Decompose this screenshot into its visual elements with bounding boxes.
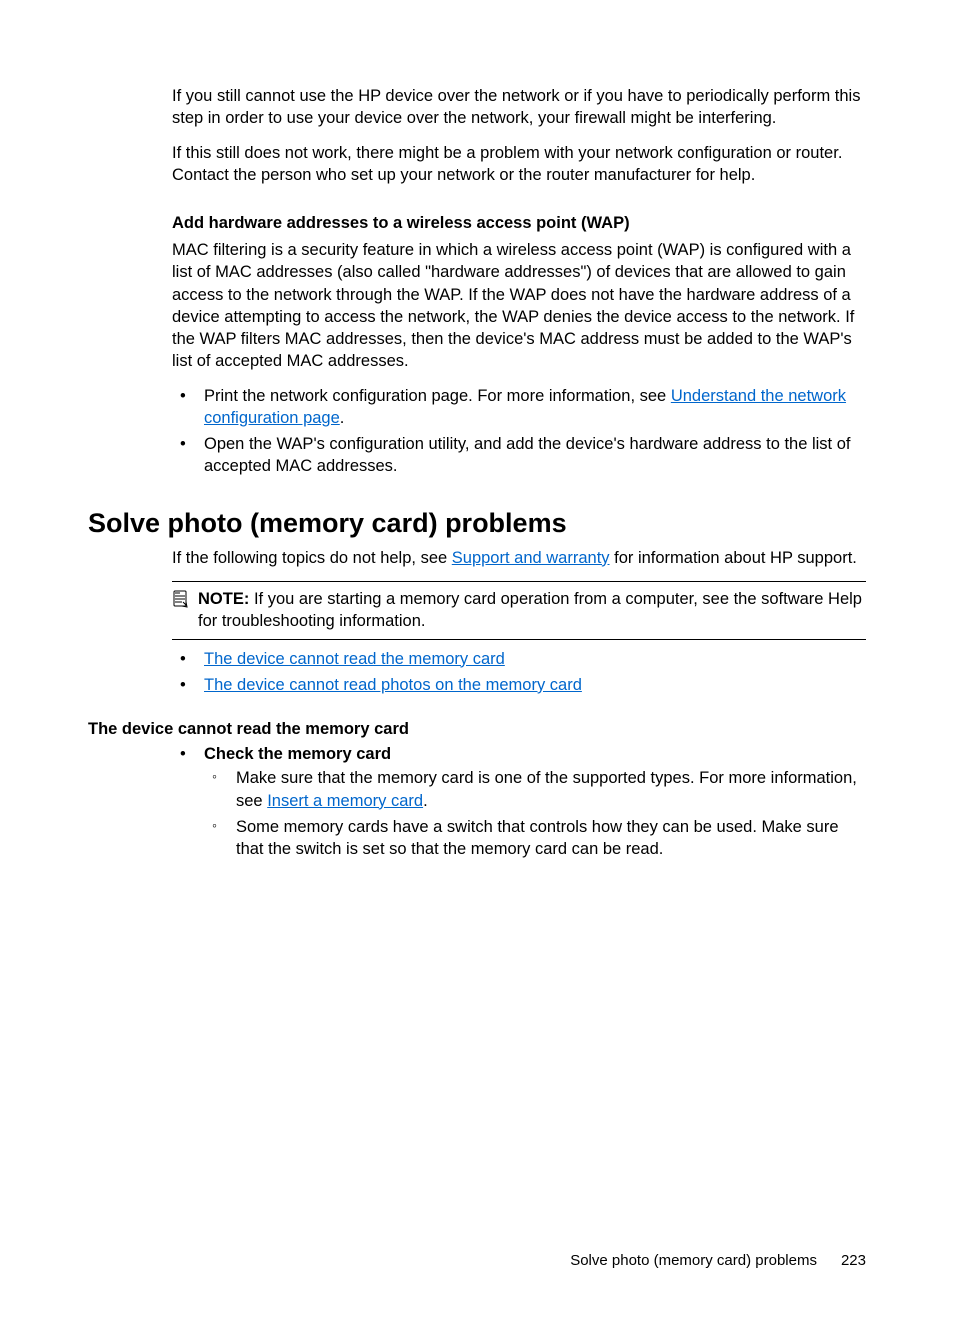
bullet-text-post: . bbox=[340, 409, 345, 427]
body-para: If this still does not work, there might… bbox=[172, 142, 866, 187]
sub-b1-post: . bbox=[423, 792, 428, 810]
support-warranty-link[interactable]: Support and warranty bbox=[452, 549, 610, 567]
solve-photo-heading: Solve photo (memory card) problems bbox=[88, 508, 866, 539]
photo-intro: If the following topics do not help, see… bbox=[172, 547, 866, 569]
note-block: NOTE: If you are starting a memory card … bbox=[172, 581, 866, 640]
photo-toc: The device cannot read the memory card T… bbox=[172, 648, 866, 697]
list-item: Open the WAP's configuration utility, an… bbox=[172, 433, 866, 478]
intro-post: for information about HP support. bbox=[610, 549, 857, 567]
note-label: NOTE: bbox=[198, 590, 249, 608]
page-footer: Solve photo (memory card) problems 223 bbox=[570, 1252, 866, 1269]
cannot-read-card-heading: The device cannot read the memory card bbox=[88, 720, 866, 739]
footer-section: Solve photo (memory card) problems bbox=[570, 1252, 817, 1269]
insert-memory-card-link[interactable]: Insert a memory card bbox=[267, 792, 423, 810]
wap-para: MAC filtering is a security feature in w… bbox=[172, 239, 866, 373]
list-item: Some memory cards have a switch that con… bbox=[204, 816, 866, 861]
bullet-text: Print the network configuration page. Fo… bbox=[204, 387, 671, 405]
page: If you still cannot use the HP device ov… bbox=[0, 0, 954, 1321]
list-item: Check the memory card Make sure that the… bbox=[172, 743, 866, 860]
note-body: NOTE: If you are starting a memory card … bbox=[198, 588, 866, 633]
list-item: The device cannot read photos on the mem… bbox=[172, 674, 866, 696]
photo-section: If the following topics do not help, see… bbox=[172, 547, 866, 696]
body-para: If you still cannot use the HP device ov… bbox=[172, 85, 866, 130]
check-card-label: Check the memory card bbox=[204, 745, 391, 763]
cannot-read-card-link[interactable]: The device cannot read the memory card bbox=[204, 650, 505, 668]
check-card-list: Check the memory card Make sure that the… bbox=[172, 743, 866, 860]
intro-pre: If the following topics do not help, see bbox=[172, 549, 452, 567]
cannot-read-photos-link[interactable]: The device cannot read photos on the mem… bbox=[204, 676, 582, 694]
footer-pagenum: 223 bbox=[841, 1252, 866, 1269]
check-card-sublist: Make sure that the memory card is one of… bbox=[204, 767, 866, 860]
wap-heading: Add hardware addresses to a wireless acc… bbox=[172, 214, 866, 233]
network-continuation: If you still cannot use the HP device ov… bbox=[172, 85, 866, 478]
note-text: If you are starting a memory card operat… bbox=[198, 590, 862, 630]
note-icon bbox=[172, 590, 190, 613]
wap-bullets: Print the network configuration page. Fo… bbox=[172, 385, 866, 478]
list-item: Make sure that the memory card is one of… bbox=[204, 767, 866, 812]
list-item: Print the network configuration page. Fo… bbox=[172, 385, 866, 430]
list-item: The device cannot read the memory card bbox=[172, 648, 866, 670]
check-card-section: Check the memory card Make sure that the… bbox=[172, 743, 866, 860]
